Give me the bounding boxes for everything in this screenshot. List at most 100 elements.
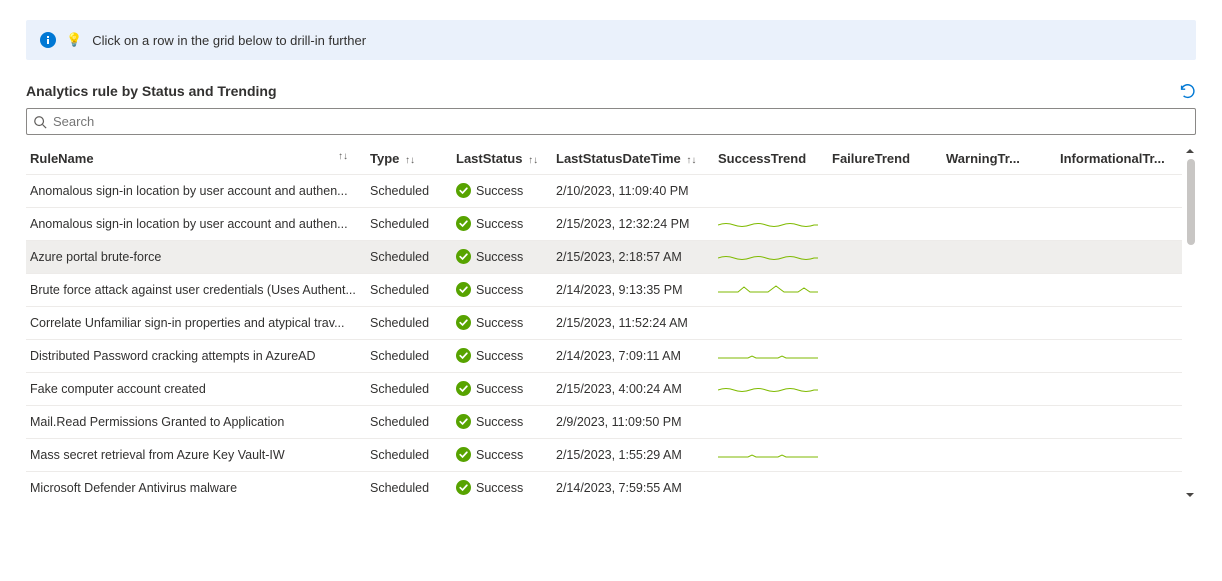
sparkline	[718, 383, 818, 395]
col-warningtrend[interactable]: WarningTr...	[942, 143, 1056, 175]
cell-rulename: Anomalous sign-in location by user accou…	[26, 208, 366, 241]
cell-rulename: Distributed Password cracking attempts i…	[26, 340, 366, 373]
scroll-thumb[interactable]	[1187, 159, 1195, 245]
cell-type: Scheduled	[366, 340, 452, 373]
cell-informationaltrend	[1056, 373, 1182, 406]
cell-warningtrend	[942, 340, 1056, 373]
cell-failuretrend	[828, 274, 942, 307]
status-text: Success	[476, 283, 523, 297]
cell-warningtrend	[942, 439, 1056, 472]
status-text: Success	[476, 448, 523, 462]
sort-icon: ↑↓	[684, 155, 696, 166]
col-successtrend[interactable]: SuccessTrend	[714, 143, 828, 175]
cell-successtrend	[714, 208, 828, 241]
search-input[interactable]	[47, 112, 1189, 131]
cell-datetime: 2/14/2023, 7:59:55 AM	[552, 472, 714, 504]
status-text: Success	[476, 250, 523, 264]
info-icon	[40, 32, 56, 48]
success-icon	[456, 381, 471, 396]
col-informationaltrend[interactable]: InformationalTr...	[1056, 143, 1182, 175]
cell-successtrend	[714, 406, 828, 439]
cell-informationaltrend	[1056, 406, 1182, 439]
sort-icon: ↑↓	[403, 155, 415, 166]
cell-status: Success	[452, 175, 552, 208]
cell-datetime: 2/10/2023, 11:09:40 PM	[552, 175, 714, 208]
cell-failuretrend	[828, 307, 942, 340]
col-failuretrend-label: FailureTrend	[832, 151, 910, 166]
cell-datetime: 2/15/2023, 1:55:29 AM	[552, 439, 714, 472]
cell-datetime: 2/9/2023, 11:09:50 PM	[552, 406, 714, 439]
sparkline	[718, 350, 818, 362]
cell-datetime: 2/15/2023, 2:18:57 AM	[552, 241, 714, 274]
cell-warningtrend	[942, 406, 1056, 439]
success-icon	[456, 183, 471, 198]
table-row[interactable]: Mail.Read Permissions Granted to Applica…	[26, 406, 1182, 439]
success-icon	[456, 480, 471, 495]
scroll-up-icon[interactable]	[1184, 145, 1196, 157]
status-text: Success	[476, 184, 523, 198]
table-row[interactable]: Distributed Password cracking attempts i…	[26, 340, 1182, 373]
table-row[interactable]: Mass secret retrieval from Azure Key Vau…	[26, 439, 1182, 472]
cell-datetime: 2/14/2023, 7:09:11 AM	[552, 340, 714, 373]
status-text: Success	[476, 415, 523, 429]
search-box[interactable]	[26, 108, 1196, 135]
col-successtrend-label: SuccessTrend	[718, 151, 806, 166]
cell-type: Scheduled	[366, 175, 452, 208]
cell-failuretrend	[828, 439, 942, 472]
scroll-down-icon[interactable]	[1184, 489, 1196, 501]
col-failuretrend[interactable]: FailureTrend	[828, 143, 942, 175]
success-icon	[456, 282, 471, 297]
status-text: Success	[476, 349, 523, 363]
cell-informationaltrend	[1056, 208, 1182, 241]
cell-successtrend	[714, 241, 828, 274]
table-row[interactable]: Anomalous sign-in location by user accou…	[26, 175, 1182, 208]
sort-icon: ↑↓	[336, 151, 358, 162]
table-row[interactable]: Microsoft Defender Antivirus malwareSche…	[26, 472, 1182, 504]
success-icon	[456, 249, 471, 264]
sparkline	[718, 251, 818, 263]
cell-informationaltrend	[1056, 307, 1182, 340]
cell-warningtrend	[942, 274, 1056, 307]
cell-failuretrend	[828, 340, 942, 373]
undo-icon[interactable]	[1178, 82, 1196, 100]
col-informationaltrend-label: InformationalTr...	[1060, 151, 1165, 166]
cell-type: Scheduled	[366, 241, 452, 274]
cell-warningtrend	[942, 472, 1056, 504]
success-icon	[456, 447, 471, 462]
success-icon	[456, 315, 471, 330]
cell-warningtrend	[942, 208, 1056, 241]
section-header: Analytics rule by Status and Trending	[26, 82, 1196, 100]
cell-datetime: 2/15/2023, 4:00:24 AM	[552, 373, 714, 406]
cell-status: Success	[452, 373, 552, 406]
cell-status: Success	[452, 274, 552, 307]
table-row[interactable]: Brute force attack against user credenti…	[26, 274, 1182, 307]
cell-type: Scheduled	[366, 406, 452, 439]
cell-failuretrend	[828, 373, 942, 406]
table-row[interactable]: Azure portal brute-forceScheduled Success…	[26, 241, 1182, 274]
grid-wrapper: RuleName ↑↓ Type ↑↓ LastStatus ↑↓ LastSt…	[26, 143, 1196, 503]
col-rulename[interactable]: RuleName ↑↓	[26, 143, 366, 175]
table-row[interactable]: Fake computer account createdScheduledSu…	[26, 373, 1182, 406]
table-row[interactable]: Correlate Unfamiliar sign-in properties …	[26, 307, 1182, 340]
status-text: Success	[476, 382, 523, 396]
scrollbar[interactable]	[1184, 145, 1196, 501]
cell-informationaltrend	[1056, 241, 1182, 274]
cell-datetime: 2/15/2023, 11:52:24 AM	[552, 307, 714, 340]
cell-status: Success	[452, 307, 552, 340]
cell-warningtrend	[942, 307, 1056, 340]
cell-rulename: Mass secret retrieval from Azure Key Vau…	[26, 439, 366, 472]
cell-datetime: 2/14/2023, 9:13:35 PM	[552, 274, 714, 307]
cell-failuretrend	[828, 472, 942, 504]
cell-informationaltrend	[1056, 439, 1182, 472]
status-text: Success	[476, 481, 523, 495]
col-type[interactable]: Type ↑↓	[366, 143, 452, 175]
col-laststatus[interactable]: LastStatus ↑↓	[452, 143, 552, 175]
cell-rulename: Mail.Read Permissions Granted to Applica…	[26, 406, 366, 439]
cell-successtrend	[714, 175, 828, 208]
cell-successtrend	[714, 373, 828, 406]
cell-rulename: Azure portal brute-force	[26, 241, 366, 274]
cell-informationaltrend	[1056, 472, 1182, 504]
col-datetime[interactable]: LastStatusDateTime ↑↓	[552, 143, 714, 175]
table-row[interactable]: Anomalous sign-in location by user accou…	[26, 208, 1182, 241]
search-icon	[33, 115, 47, 129]
